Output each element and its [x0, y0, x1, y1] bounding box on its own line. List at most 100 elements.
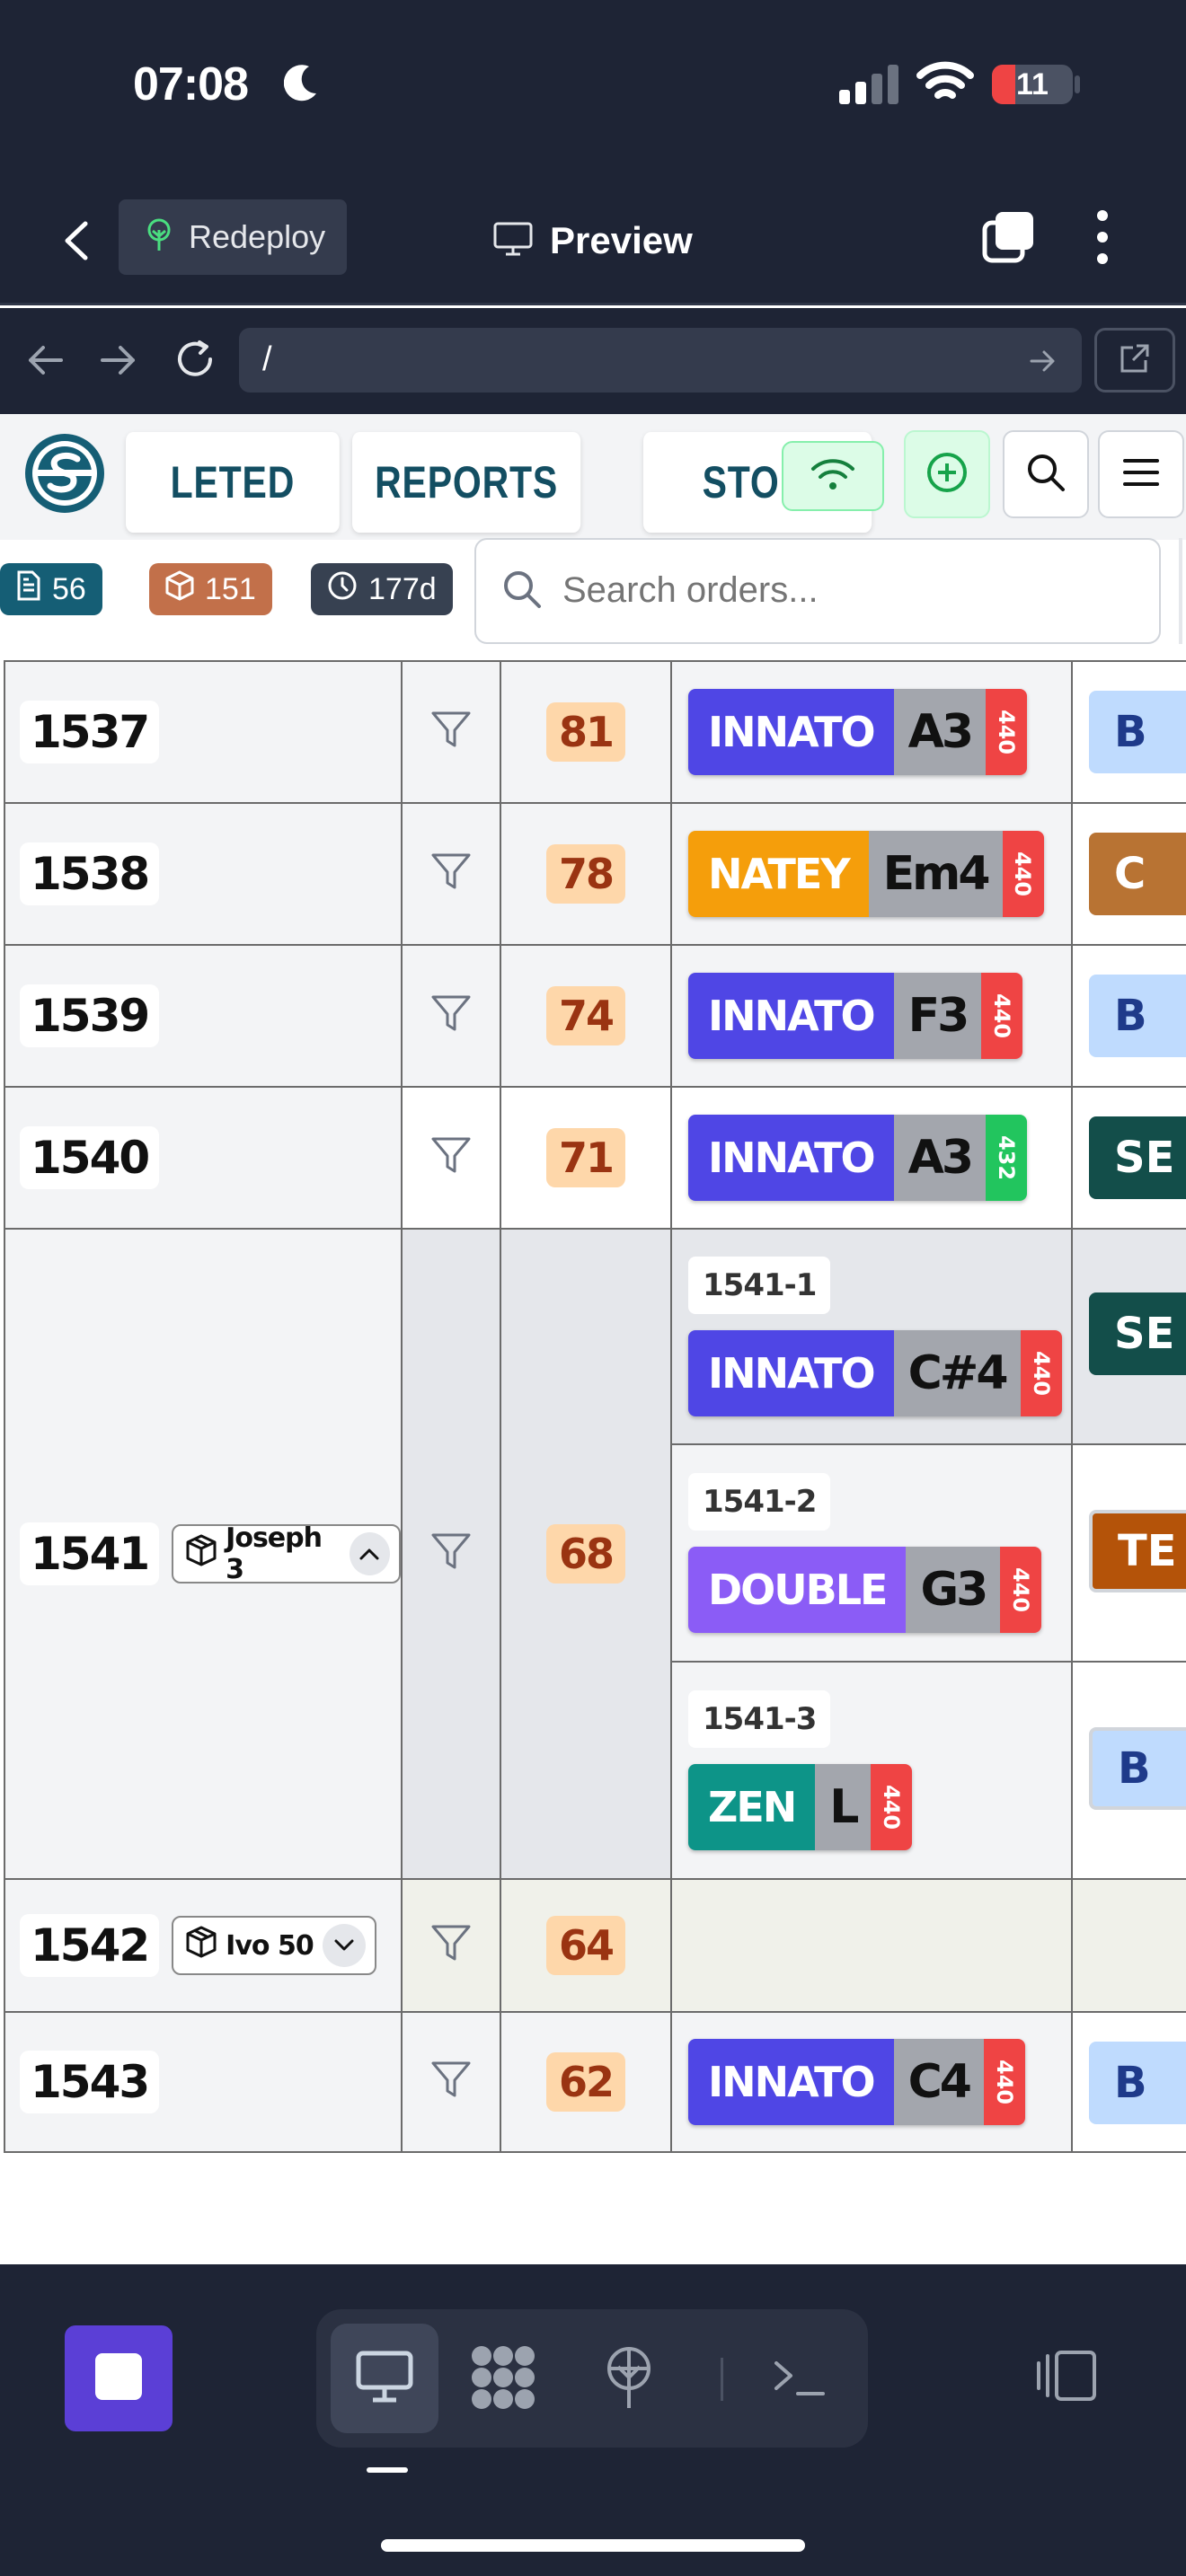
- tuning-label: 432: [986, 1115, 1028, 1201]
- connection-status-button[interactable]: [782, 441, 884, 511]
- product-chip[interactable]: ZEN L 440: [688, 1764, 913, 1850]
- battery-tip: [1075, 75, 1080, 93]
- score-cell: 62: [500, 2011, 672, 2153]
- customer-toggle[interactable]: Ivo 50: [172, 1916, 376, 1975]
- add-order-button[interactable]: [904, 430, 990, 518]
- filter-cell: [401, 944, 501, 1088]
- nav-back-icon[interactable]: [25, 342, 65, 383]
- score-badge: 74: [545, 986, 625, 1045]
- product-chip[interactable]: INNATO A3 440: [688, 689, 1028, 775]
- back-chevron-icon[interactable]: [50, 207, 101, 275]
- product-cell: NATEY Em4 440: [670, 802, 1073, 946]
- preview-button[interactable]: Preview: [492, 207, 693, 275]
- customer-toggle[interactable]: Joseph 3: [172, 1522, 401, 1585]
- product-chip[interactable]: INNATO A3 432: [688, 1115, 1028, 1201]
- documents-count: 56: [52, 571, 86, 606]
- filter-icon[interactable]: [430, 710, 472, 754]
- filter-icon[interactable]: [430, 852, 472, 896]
- product-chip[interactable]: INNATO F3 440: [688, 973, 1023, 1059]
- product-chip[interactable]: DOUBLE G3 440: [688, 1547, 1042, 1633]
- redeploy-button[interactable]: Redeploy: [119, 199, 347, 275]
- product-cell: INNATO A3 432: [670, 1086, 1073, 1230]
- signal-icon: [839, 65, 900, 109]
- search-button[interactable]: [1003, 430, 1089, 518]
- table-row[interactable]: 1538 78 NATEY Em4 440 C: [4, 802, 1186, 946]
- order-id[interactable]: 1538: [20, 842, 160, 905]
- deploy-view-tab[interactable]: [586, 2336, 672, 2422]
- reload-icon[interactable]: [173, 337, 217, 386]
- product-chip[interactable]: NATEY Em4 440: [688, 831, 1044, 917]
- filter-icon[interactable]: [430, 1136, 472, 1180]
- chevron-down-icon[interactable]: [322, 1924, 366, 1967]
- filter-cell: [401, 2011, 501, 2153]
- tuning-label: 440: [1002, 831, 1044, 917]
- note-label: G3: [906, 1547, 1001, 1633]
- order-id[interactable]: 1542: [20, 1914, 160, 1977]
- terminal-view-tab[interactable]: [757, 2336, 843, 2422]
- filter-icon[interactable]: [430, 994, 472, 1038]
- filter-cell: [401, 802, 501, 946]
- more-vertical-icon[interactable]: [1094, 208, 1111, 270]
- filter-icon[interactable]: [430, 1532, 472, 1576]
- note-label: L: [815, 1764, 872, 1850]
- divider: [721, 2358, 723, 2401]
- order-id[interactable]: 1537: [20, 701, 160, 763]
- table-row[interactable]: 1537 81 INNATO A3 440 B: [4, 660, 1186, 804]
- menu-button[interactable]: [1098, 430, 1184, 518]
- package-icon: [186, 1926, 217, 1965]
- nav-forward-icon[interactable]: [99, 342, 138, 383]
- product-chip[interactable]: INNATO C#4 440: [688, 1330, 1062, 1416]
- status-chip[interactable]: C: [1089, 833, 1186, 915]
- app-logo[interactable]: [22, 430, 108, 521]
- score-badge: 78: [545, 844, 625, 904]
- order-id[interactable]: 1543: [20, 2051, 160, 2113]
- table-row[interactable]: 1541 Joseph 3 68 1541-1 INNATO C#4 440 S…: [4, 1228, 1186, 1880]
- status-chip[interactable]: SE: [1089, 1292, 1186, 1375]
- tab-reports[interactable]: REPORTS: [352, 432, 581, 533]
- tabs-icon[interactable]: [981, 210, 1037, 270]
- tuning-label: 440: [1020, 1330, 1062, 1416]
- filter-icon[interactable]: [430, 1924, 472, 1968]
- tuning-label: 440: [981, 973, 1023, 1059]
- table-row[interactable]: 1540 71 INNATO A3 432 SE: [4, 1086, 1186, 1230]
- desktop-view-tab[interactable]: [331, 2324, 438, 2433]
- open-external-button[interactable]: [1094, 328, 1175, 393]
- home-indicator: [381, 2539, 805, 2552]
- table-row[interactable]: 1543 62 INNATO C4 440 B: [4, 2011, 1186, 2153]
- tab-completed[interactable]: LETED: [126, 432, 340, 533]
- status-chip[interactable]: TE: [1089, 1510, 1186, 1592]
- search-orders-field[interactable]: [474, 538, 1161, 644]
- status-bar: 07:08 11: [0, 0, 1186, 171]
- status-chip[interactable]: B: [1089, 1727, 1186, 1810]
- side-panel-toggle[interactable]: [1030, 2342, 1102, 2413]
- chevron-up-icon[interactable]: [349, 1532, 390, 1575]
- order-id[interactable]: 1540: [20, 1126, 160, 1189]
- monitor-icon: [355, 2350, 414, 2408]
- days-badge: 177d: [311, 563, 453, 615]
- battery-level: 11: [1016, 67, 1049, 101]
- go-arrow-icon[interactable]: [1030, 349, 1057, 377]
- apps-view-tab[interactable]: [460, 2336, 546, 2422]
- stop-button[interactable]: [65, 2325, 173, 2431]
- product-chip[interactable]: INNATO C4 440: [688, 2039, 1025, 2125]
- score-cell: 64: [500, 1878, 672, 2013]
- address-field[interactable]: /: [239, 328, 1082, 393]
- order-id[interactable]: 1541: [20, 1522, 160, 1585]
- status-cell: TE: [1071, 1443, 1186, 1663]
- table-row[interactable]: 1542 Ivo 50 64: [4, 1878, 1186, 2013]
- note-label: Em4: [868, 831, 1003, 917]
- note-label: C#4: [893, 1330, 1021, 1416]
- status-chip[interactable]: B: [1089, 2042, 1186, 2124]
- score-cell: 68: [500, 1228, 672, 1880]
- brand-label: INNATO: [688, 689, 894, 775]
- brand-label: INNATO: [688, 1115, 894, 1201]
- table-row[interactable]: 1539 74 INNATO F3 440 B: [4, 944, 1186, 1088]
- status-chip[interactable]: B: [1089, 975, 1186, 1057]
- filter-icon[interactable]: [430, 2060, 472, 2104]
- status-chip[interactable]: SE: [1089, 1116, 1186, 1199]
- search-input[interactable]: [562, 563, 1137, 617]
- status-chip[interactable]: B: [1089, 691, 1186, 773]
- order-id[interactable]: 1539: [20, 984, 160, 1047]
- days-count: 177d: [368, 571, 437, 606]
- brand-label: INNATO: [688, 1330, 894, 1416]
